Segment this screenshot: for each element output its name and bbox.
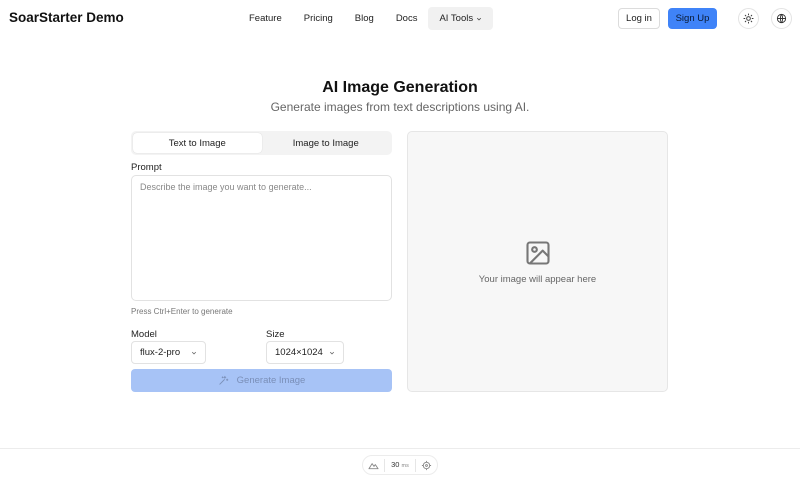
ai-tools-label: AI Tools (439, 13, 474, 24)
nav-item-feature[interactable]: Feature (238, 7, 293, 30)
image-preview-panel: Your image will appear here (407, 131, 668, 392)
size-select-value: 1024×1024 (275, 347, 323, 358)
dev-toolbar: 30 ms (362, 455, 438, 475)
size-select[interactable]: 1024×1024 (266, 341, 344, 364)
model-label: Model (131, 329, 157, 340)
page-subtitle: Generate images from text descriptions u… (270, 100, 530, 114)
nav-item-ai-tools[interactable]: AI Tools (428, 7, 494, 30)
image-icon (526, 241, 550, 265)
generate-image-label: Generate Image (236, 375, 306, 386)
top-navbar: SoarStarter Demo Feature Pricing Blog Do… (0, 0, 800, 38)
sun-icon (743, 13, 754, 24)
preview-placeholder-text: Your image will appear here (478, 274, 597, 285)
globe-icon (776, 13, 787, 24)
size-label: Size (266, 329, 285, 340)
language-button[interactable] (771, 8, 792, 29)
render-time-unit: ms (401, 462, 409, 469)
model-select-value: flux-2-pro (140, 347, 181, 358)
main-nav: Feature Pricing Blog Docs AI Tools (238, 7, 494, 30)
chevron-down-icon (329, 351, 335, 354)
theme-toggle-button[interactable] (738, 8, 759, 29)
tab-text-to-image[interactable]: Text to Image (133, 133, 262, 153)
footer-divider (0, 448, 800, 449)
prompt-hint: Press Ctrl+Enter to generate (131, 307, 233, 316)
model-select[interactable]: flux-2-pro (131, 341, 206, 364)
chevron-down-icon (191, 351, 197, 354)
nav-item-blog[interactable]: Blog (344, 7, 385, 30)
chevron-down-icon (477, 17, 482, 20)
tab-image-to-image[interactable]: Image to Image (262, 133, 391, 153)
sparkles-icon (219, 375, 228, 385)
nav-item-pricing[interactable]: Pricing (293, 7, 344, 30)
mountain-icon[interactable] (368, 460, 379, 471)
signup-button[interactable]: Sign Up (668, 8, 717, 29)
prompt-input[interactable] (131, 175, 392, 301)
page-title: AI Image Generation (322, 79, 478, 96)
generate-image-button[interactable]: Generate Image (131, 369, 392, 392)
crosshair-icon[interactable] (421, 460, 432, 471)
render-time-readout: 30 ms (384, 458, 416, 472)
render-time-value: 30 (391, 459, 400, 469)
brand-title[interactable]: SoarStarter Demo (9, 10, 124, 25)
prompt-label: Prompt (131, 162, 162, 173)
mode-tabs: Text to Image Image to Image (131, 131, 392, 155)
login-button[interactable]: Log in (618, 8, 660, 29)
nav-item-docs[interactable]: Docs (385, 7, 429, 30)
